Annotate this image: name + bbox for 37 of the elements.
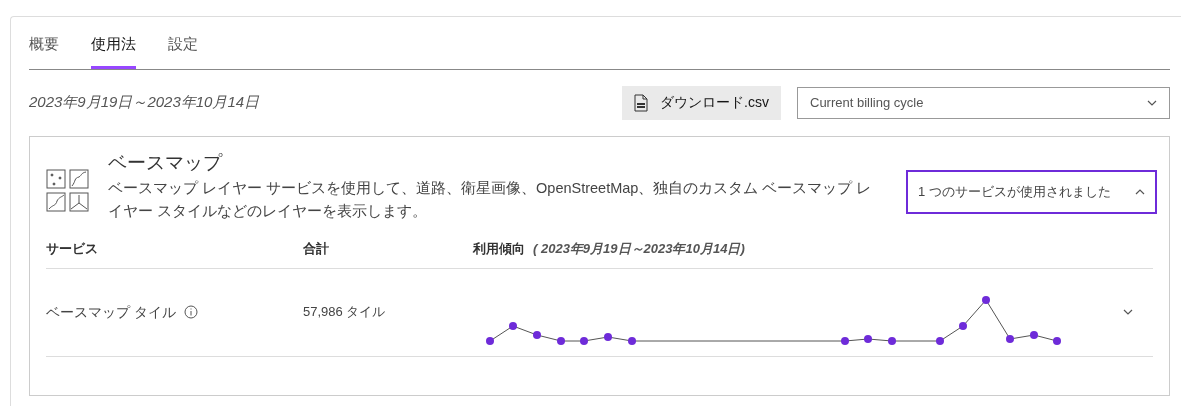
tab[interactable]: 設定 — [168, 33, 198, 69]
csv-file-icon — [634, 93, 649, 112]
data-point — [580, 337, 588, 345]
table-cell-text: 57,986 タイル — [303, 303, 387, 322]
chevron-up-icon — [1135, 188, 1145, 195]
table-cell-text: ベースマップ タイル — [46, 302, 176, 322]
data-point — [936, 337, 944, 345]
column-header: サービス — [46, 240, 99, 259]
data-point — [841, 337, 849, 345]
data-point — [604, 333, 612, 341]
date-range: 2023年9月19日～2023年10月14日 — [29, 92, 260, 113]
card-title: ベースマップ — [108, 150, 224, 175]
chevron-icon — [1123, 309, 1133, 315]
data-point — [959, 322, 967, 330]
column-header: 合計 — [303, 240, 330, 259]
billing-cycle-select[interactable]: Current billing cycle — [797, 86, 1170, 119]
tab[interactable]: 概要 — [29, 33, 59, 69]
data-point — [509, 322, 517, 330]
data-point — [557, 337, 565, 345]
data-point — [1053, 337, 1061, 345]
data-point — [533, 331, 541, 339]
data-point — [888, 337, 896, 345]
services-toggle[interactable]: 1 つのサービスが使用されました — [906, 169, 1157, 214]
column-header: 利用傾向 — [473, 240, 525, 259]
tab[interactable]: 使用法 — [91, 33, 136, 69]
chevron-down-icon — [1147, 99, 1157, 106]
download-button[interactable]: ダウンロード.csv — [622, 85, 781, 120]
data-point — [486, 337, 494, 345]
basemap-icon — [46, 168, 92, 213]
data-point — [864, 335, 872, 343]
card-description: ベースマップ レイヤー サービスを使用して、道路、衛星画像、OpenStreetMap、独自のカスタム ベースマップ レイヤー スタイルなどのレイヤーを表示します。 — [108, 178, 873, 221]
info-icon — [183, 305, 198, 319]
data-point — [1030, 331, 1038, 339]
data-point — [628, 337, 636, 345]
data-point — [982, 296, 990, 304]
data-point — [1006, 335, 1014, 343]
column-note: ( 2023年9月19日～2023年10月14日) — [533, 240, 745, 259]
